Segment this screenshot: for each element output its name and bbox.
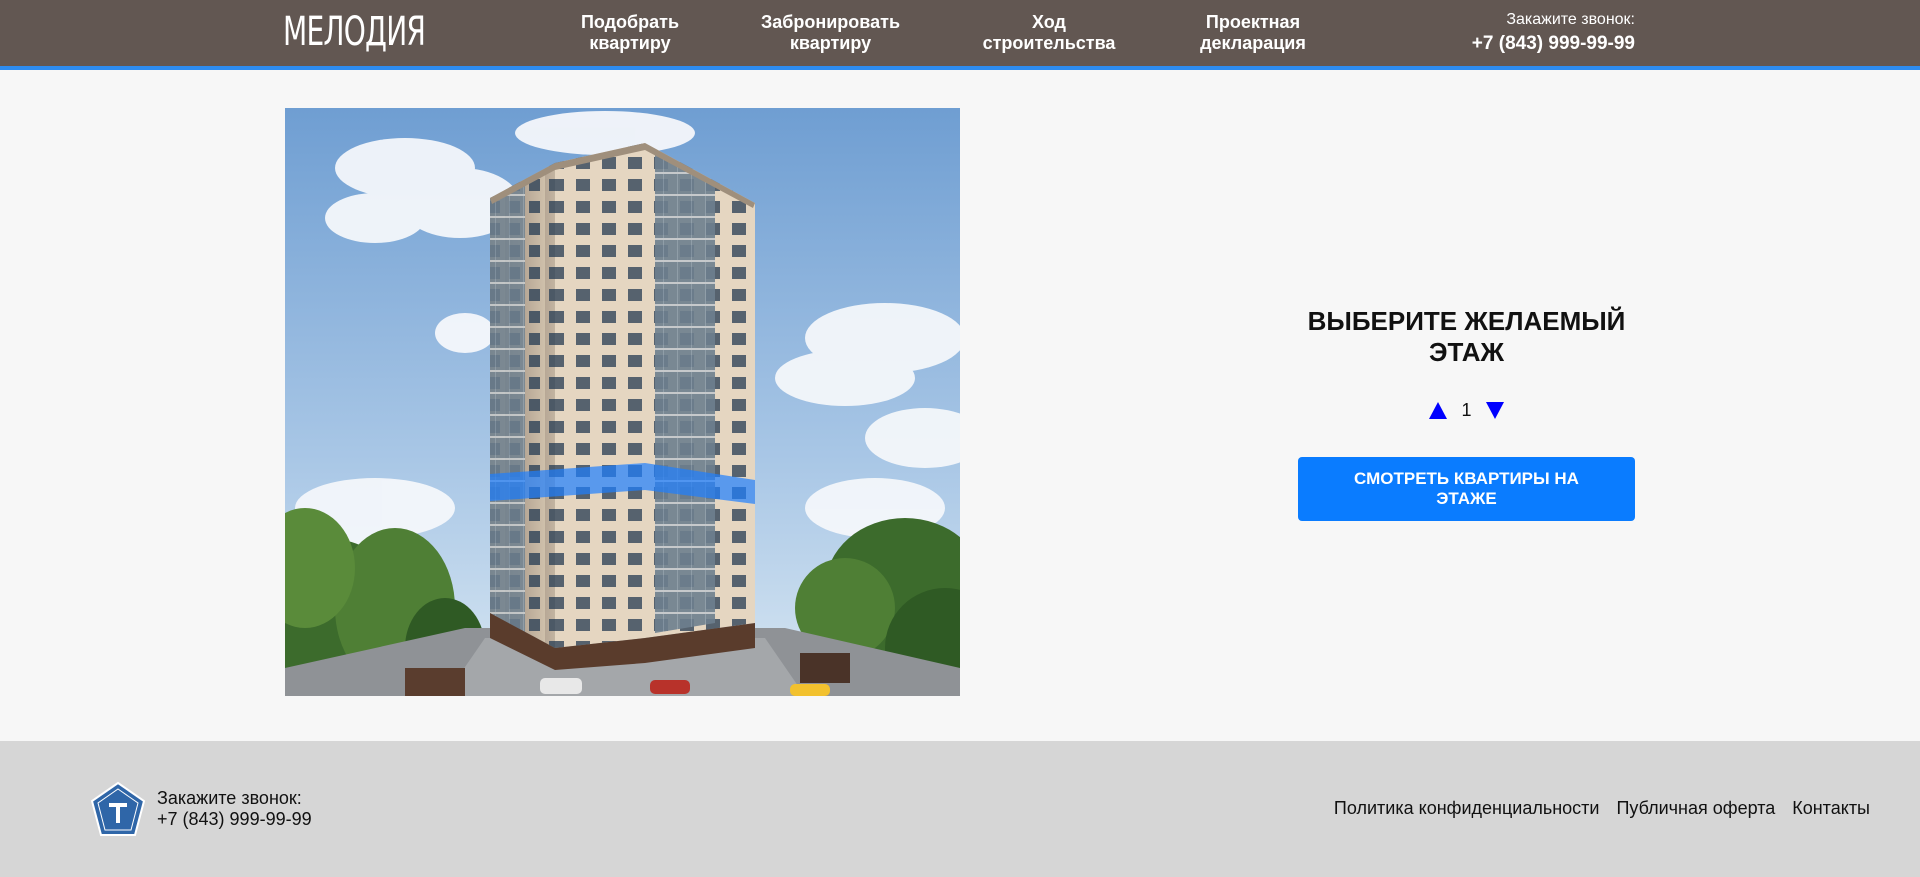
site-logo[interactable]: МЕЛОДИЯ <box>283 9 426 55</box>
building-image <box>285 108 960 696</box>
site-header: МЕЛОДИЯ Подобрать квартиру Забронировать… <box>0 0 1920 70</box>
privacy-policy-link[interactable]: Политика конфиденциальности <box>1334 798 1600 819</box>
company-logo-icon[interactable] <box>90 781 146 837</box>
header-phone[interactable]: +7 (843) 999-99-99 <box>1472 33 1635 55</box>
nav-construction-progress[interactable]: Ход строительства <box>974 12 1124 54</box>
floor-selector-title: ВЫБЕРИТЕ ЖЕЛАЕМЫЙ ЭТАЖ <box>1307 306 1626 367</box>
public-offer-link[interactable]: Публичная оферта <box>1616 798 1775 819</box>
header-call-label: Закажите звонок: <box>1506 11 1635 28</box>
floor-number: 1 <box>1461 400 1472 420</box>
footer-links: Политика конфиденциальности Публичная оф… <box>1334 798 1870 819</box>
site-footer: Закажите звонок: +7 (843) 999-99-99 Поли… <box>0 741 1920 877</box>
footer-contact: Закажите звонок: +7 (843) 999-99-99 <box>157 788 312 830</box>
floor-stepper: 1 <box>1298 400 1635 421</box>
arrow-up-icon[interactable] <box>1429 402 1448 419</box>
nav-project-declaration[interactable]: Проектная декларация <box>1183 12 1323 54</box>
floor-selector: ВЫБЕРИТЕ ЖЕЛАЕМЫЙ ЭТАЖ 1 СМОТРЕТЬ КВАРТИ… <box>1298 306 1635 521</box>
arrow-down-icon[interactable] <box>1485 402 1504 419</box>
footer-phone[interactable]: +7 (843) 999-99-99 <box>157 809 312 830</box>
footer-call-label: Закажите звонок: <box>157 788 302 808</box>
view-apartments-button[interactable]: СМОТРЕТЬ КВАРТИРЫ НА ЭТАЖЕ <box>1298 457 1635 521</box>
contacts-link[interactable]: Контакты <box>1792 798 1870 819</box>
nav-choose-apartment[interactable]: Подобрать квартиру <box>560 12 700 54</box>
nav-book-apartment[interactable]: Забронировать квартиру <box>758 12 903 54</box>
